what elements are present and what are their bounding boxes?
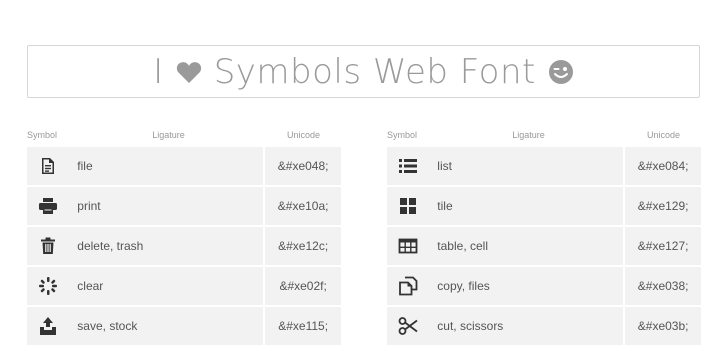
wink-icon (548, 59, 573, 84)
ligature-cell: file (77, 159, 93, 173)
table-row: delete, trash &#xe12c; (27, 227, 341, 265)
header-symbol: Symbol (387, 130, 418, 140)
title-text: Symbols Web Font (213, 51, 536, 92)
unicode-cell: &#xe038; (623, 267, 701, 305)
unicode-cell: &#xe02f; (263, 267, 341, 305)
copy-icon (398, 276, 418, 296)
heart-icon (176, 61, 201, 83)
header-ligature: Ligature (152, 130, 185, 140)
print-icon (38, 198, 57, 214)
table-row: tile &#xe129; (387, 187, 701, 225)
unicode-cell: &#xe12c; (263, 227, 341, 265)
table-row: list &#xe084; (387, 147, 701, 185)
unicode-cell: &#xe10a; (263, 187, 341, 225)
symbol-table-right: Symbol Ligature Unicode list &#xe084; ti… (387, 130, 701, 347)
ligature-cell: print (77, 199, 101, 213)
unicode-cell: &#xe03b; (623, 307, 701, 345)
table-row: copy, files &#xe038; (387, 267, 701, 305)
list-icon (398, 159, 417, 173)
ligature-cell: delete, trash (77, 239, 144, 253)
ligature-cell: list (437, 159, 452, 173)
trash-icon (40, 237, 55, 254)
page-title: I Symbols Web Font (153, 52, 574, 92)
tile-icon (399, 198, 416, 214)
symbol-table-left: Symbol Ligature Unicode file &#xe048; pr… (27, 130, 341, 347)
table-row: cut, scissors &#xe03b; (387, 307, 701, 345)
unicode-cell: &#xe127; (623, 227, 701, 265)
ligature-cell: cut, scissors (437, 319, 504, 333)
table-row: clear &#xe02f; (27, 267, 341, 305)
table-header: Symbol Ligature Unicode (387, 130, 701, 147)
table-row: file &#xe048; (27, 147, 341, 185)
title-banner: I Symbols Web Font (27, 45, 700, 98)
ligature-cell: copy, files (437, 279, 490, 293)
ligature-cell: save, stock (77, 319, 138, 333)
table-header: Symbol Ligature Unicode (27, 130, 341, 147)
table-row: print &#xe10a; (27, 187, 341, 225)
header-symbol: Symbol (27, 130, 58, 140)
unicode-cell: &#xe048; (263, 147, 341, 185)
title-prefix: I (153, 51, 164, 92)
clear-icon (38, 277, 57, 295)
header-unicode: Unicode (286, 130, 321, 140)
table-row: table, cell &#xe127; (387, 227, 701, 265)
header-unicode: Unicode (646, 130, 681, 140)
unicode-cell: &#xe115; (263, 307, 341, 345)
ligature-cell: tile (437, 199, 453, 213)
unicode-cell: &#xe084; (623, 147, 701, 185)
unicode-cell: &#xe129; (623, 187, 701, 225)
ligature-cell: clear (77, 279, 104, 293)
table-icon (398, 238, 418, 254)
file-icon (41, 158, 54, 174)
ligature-cell: table, cell (437, 239, 488, 253)
save-icon (39, 317, 56, 335)
header-ligature: Ligature (512, 130, 545, 140)
table-row: save, stock &#xe115; (27, 307, 341, 345)
scissors-icon (398, 317, 418, 335)
